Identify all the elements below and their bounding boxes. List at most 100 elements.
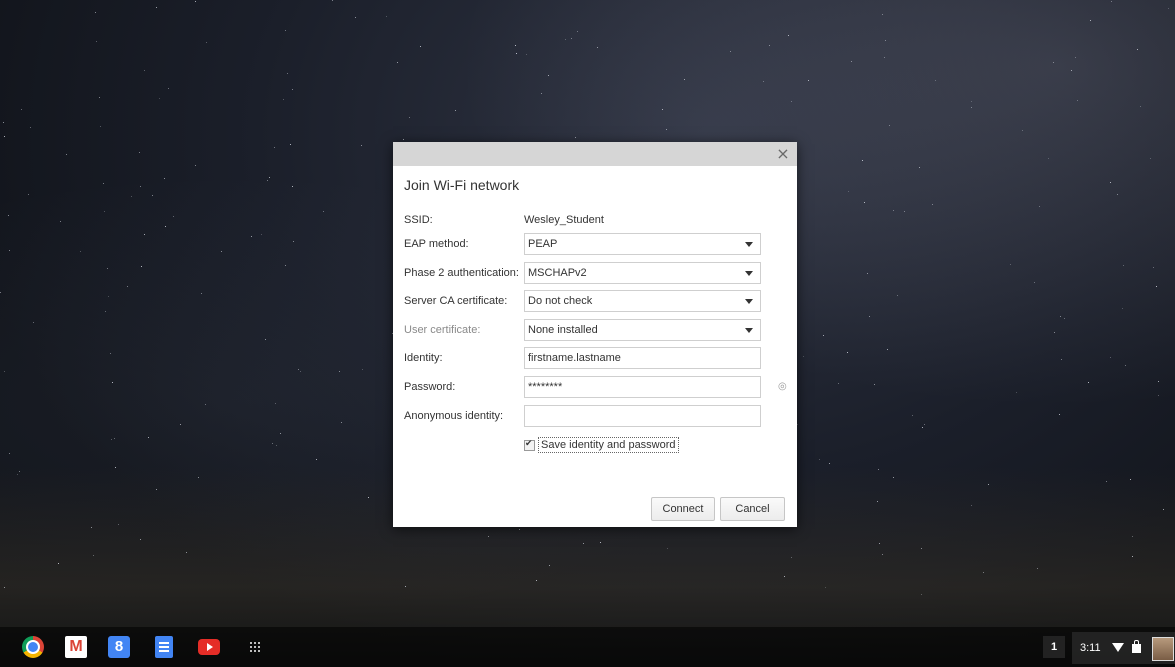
avatar <box>1152 637 1174 661</box>
eap-method-select[interactable]: PEAP <box>524 233 761 255</box>
star <box>864 202 865 203</box>
star <box>912 415 913 416</box>
anon-identity-input[interactable] <box>524 405 761 427</box>
star <box>1010 264 1011 265</box>
star <box>1168 8 1169 9</box>
star <box>93 555 94 556</box>
star <box>1137 49 1138 50</box>
star <box>152 195 153 196</box>
star <box>921 548 922 549</box>
server-ca-label: Server CA certificate: <box>404 295 508 307</box>
star <box>198 477 199 478</box>
star <box>541 93 542 94</box>
star <box>4 587 5 588</box>
user-cert-label: User certificate: <box>404 324 481 336</box>
star <box>548 75 549 76</box>
star <box>272 443 273 444</box>
star <box>784 576 785 577</box>
star <box>516 53 517 54</box>
star <box>1016 392 1017 393</box>
star <box>33 322 34 323</box>
star <box>1156 286 1157 287</box>
star <box>808 80 809 81</box>
star <box>118 524 119 525</box>
star <box>971 107 972 108</box>
star <box>893 210 894 211</box>
phase2-auth-select[interactable]: MSCHAPv2 <box>524 262 761 284</box>
save-identity-checkbox[interactable] <box>524 438 535 451</box>
phase2-row: Phase 2 authentication: MSCHAPv2 <box>404 262 784 284</box>
chrome-icon[interactable] <box>22 636 44 658</box>
server-ca-select[interactable]: Do not check <box>524 290 761 312</box>
star <box>1034 282 1035 283</box>
eye-icon[interactable]: ◎ <box>778 381 789 392</box>
docs-icon[interactable] <box>155 636 173 658</box>
star <box>1153 267 1154 268</box>
search-icon[interactable]: 8 <box>108 636 130 658</box>
star <box>848 191 849 192</box>
identity-row: Identity: firstname.lastname <box>404 347 784 369</box>
star <box>139 152 140 153</box>
star <box>597 47 598 48</box>
cancel-button[interactable]: Cancel <box>720 497 785 521</box>
star <box>1158 395 1159 396</box>
star <box>1125 365 1126 366</box>
star <box>405 586 406 587</box>
star <box>355 17 356 18</box>
star <box>105 311 106 312</box>
connect-button[interactable]: Connect <box>651 497 715 521</box>
star <box>549 565 550 566</box>
notification-badge[interactable]: 1 <box>1043 636 1065 658</box>
star <box>519 529 520 530</box>
wifi-icon <box>1112 643 1124 652</box>
star <box>763 81 764 82</box>
ssid-row: SSID: Wesley_Student <box>404 209 784 231</box>
star <box>515 45 516 46</box>
phase2-auth-value: MSCHAPv2 <box>528 267 587 279</box>
star <box>339 371 340 372</box>
close-icon[interactable]: × <box>769 142 797 166</box>
star <box>1077 100 1078 101</box>
star <box>885 40 886 41</box>
star <box>110 353 111 354</box>
password-label: Password: <box>404 381 456 393</box>
status-tray[interactable]: 3:11 <box>1072 632 1175 664</box>
user-cert-select[interactable]: None installed <box>524 319 761 341</box>
launcher-icon[interactable] <box>249 641 261 653</box>
star <box>173 216 174 217</box>
save-identity-label[interactable]: Save identity and password <box>538 437 679 454</box>
star <box>111 439 112 440</box>
server-ca-value: Do not check <box>528 295 593 307</box>
star <box>1090 20 1091 21</box>
star <box>420 46 421 47</box>
star <box>889 125 890 126</box>
star <box>921 594 922 595</box>
anon-identity-label: Anonymous identity: <box>404 410 504 422</box>
star <box>1048 158 1049 159</box>
server-ca-row: Server CA certificate: Do not check <box>404 290 784 312</box>
chevron-down-icon <box>745 242 753 247</box>
star <box>803 356 804 357</box>
star <box>156 489 157 490</box>
identity-input[interactable]: firstname.lastname <box>524 347 761 369</box>
star <box>988 484 989 485</box>
star <box>1071 70 1072 71</box>
star <box>362 369 363 370</box>
star <box>180 424 181 425</box>
star <box>1059 414 1060 415</box>
star <box>1132 536 1133 537</box>
star <box>1053 62 1054 63</box>
eap-method-value: PEAP <box>528 238 558 250</box>
star <box>148 437 149 438</box>
star <box>897 295 898 296</box>
star <box>115 467 116 468</box>
star <box>922 427 923 428</box>
star <box>4 371 5 372</box>
password-input[interactable]: ******** <box>524 376 761 398</box>
star <box>1054 332 1055 333</box>
youtube-icon[interactable] <box>198 639 220 655</box>
join-wifi-dialog: × Join Wi-Fi network SSID: Wesley_Studen… <box>393 142 797 527</box>
star <box>600 542 601 543</box>
star <box>1140 106 1141 107</box>
gmail-icon[interactable] <box>65 636 87 658</box>
